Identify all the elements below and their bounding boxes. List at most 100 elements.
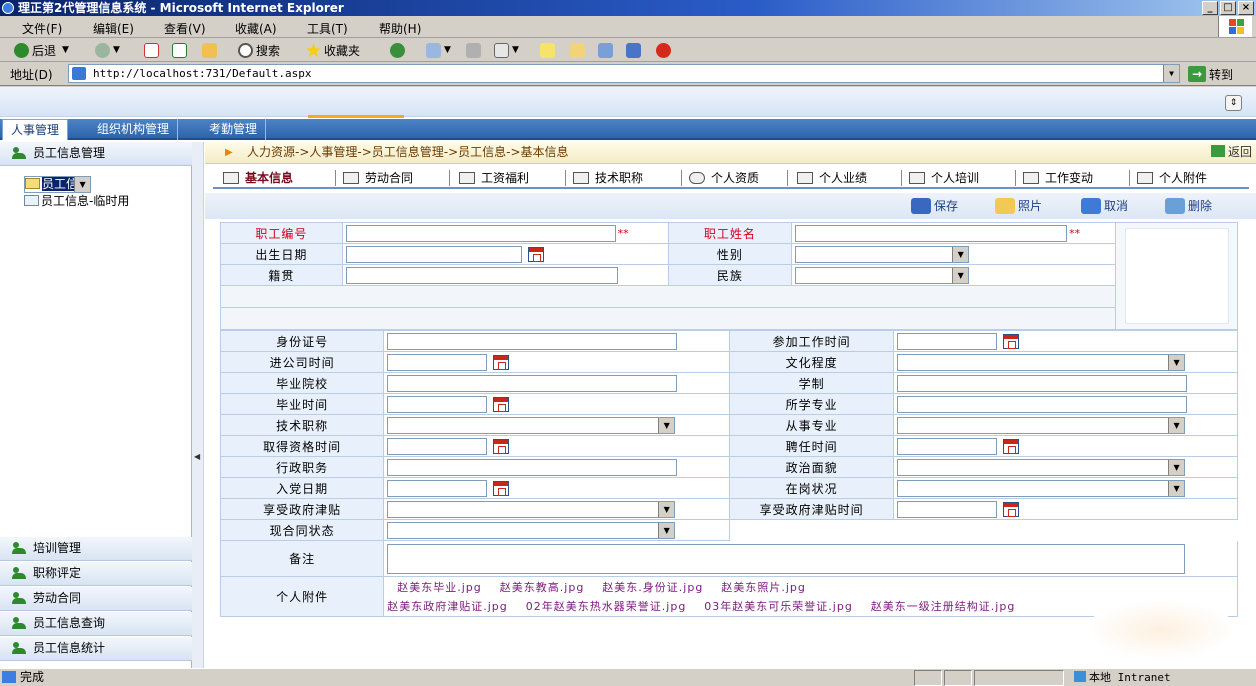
cancel-button[interactable]: 取消 [1081, 197, 1128, 215]
research-button[interactable] [598, 41, 616, 59]
sidebar-section-employee[interactable]: 员工信息管理 [0, 142, 192, 166]
calendar-icon[interactable] [493, 354, 510, 370]
note-button[interactable] [540, 41, 558, 59]
gender-select[interactable] [795, 245, 970, 263]
minimize-button[interactable]: _ [1202, 1, 1218, 15]
delete-button[interactable]: 删除 [1165, 197, 1212, 215]
subtab-basic[interactable]: 基本信息 [223, 169, 293, 187]
hire-date-input[interactable] [897, 437, 998, 455]
remark-textarea[interactable] [387, 543, 1186, 574]
menu-view[interactable]: 查看(V) [164, 20, 206, 37]
attachment-link[interactable]: 03年赵美东可乐荣誉证.jpg [704, 600, 853, 613]
tab-attendance[interactable]: 考勤管理 [201, 119, 267, 140]
qual-date-input[interactable] [387, 437, 488, 455]
address-input[interactable]: http://localhost:731/Default.aspx ▼ [68, 64, 1180, 83]
calendar-icon[interactable] [1003, 333, 1020, 349]
forward-button[interactable]: ▼ [95, 41, 120, 59]
media-button[interactable] [390, 41, 408, 59]
collapse-header-button[interactable]: ⇕ [1225, 95, 1242, 111]
sidebar-section-query[interactable]: 员工信息查询 [0, 612, 192, 636]
id-number-input[interactable] [387, 332, 678, 350]
messenger-button[interactable] [626, 41, 644, 59]
profession-select[interactable] [897, 416, 1186, 434]
post-status-select[interactable] [897, 479, 1186, 497]
allowance-select[interactable] [387, 500, 676, 518]
save-button[interactable]: 保存 [911, 197, 958, 215]
tree-item-employee-info[interactable]: 员工信息 [24, 176, 92, 193]
back-button[interactable]: 后退 ▼ [14, 41, 69, 59]
subtab-tech-title[interactable]: 技术职称 [573, 169, 643, 187]
menu-help[interactable]: 帮助(H) [379, 20, 421, 37]
subtab-job-change[interactable]: 工作变动 [1023, 169, 1093, 187]
ethnicity-select[interactable] [795, 266, 970, 284]
major-input[interactable] [897, 395, 1188, 413]
attachment-link[interactable]: 02年赵美东热水器荣誉证.jpg [526, 600, 687, 613]
calendar-icon[interactable] [1003, 501, 1020, 517]
search-button[interactable]: 搜索 [238, 41, 280, 59]
back-link[interactable]: 返回 [1210, 142, 1252, 163]
join-date-input[interactable] [387, 353, 488, 371]
go-button[interactable]: → 转到 [1188, 65, 1233, 83]
grad-date-input[interactable] [387, 395, 488, 413]
menu-edit[interactable]: 编辑(E) [93, 20, 134, 37]
close-button[interactable]: × [1238, 1, 1254, 15]
home-button[interactable] [202, 41, 220, 59]
edit-button[interactable] [570, 41, 588, 59]
attachment-link[interactable]: 赵美东毕业.jpg [397, 581, 482, 594]
schooling-input[interactable] [897, 374, 1188, 392]
subtab-qualification[interactable]: 个人资质 [689, 169, 759, 187]
photo-area[interactable] [1115, 222, 1238, 330]
favorites-button[interactable]: 收藏夹 [306, 41, 360, 59]
sidebar-section-label: 劳动合同 [33, 591, 82, 605]
maximize-button[interactable]: □ [1220, 1, 1236, 15]
print-button[interactable]: ▼ [494, 41, 519, 59]
menu-tools[interactable]: 工具(T) [307, 20, 348, 37]
emp-no-input[interactable] [345, 224, 616, 242]
address-url: http://localhost:731/Default.aspx [93, 67, 312, 80]
native-place-input[interactable] [345, 266, 618, 284]
political-select[interactable] [897, 458, 1186, 476]
attachment-link[interactable]: 赵美东照片.jpg [721, 581, 806, 594]
sidebar-section-contract[interactable]: 劳动合同 [0, 587, 192, 611]
party-date-input[interactable] [387, 479, 488, 497]
subtab-salary[interactable]: 工资福利 [459, 169, 529, 187]
history-button[interactable]: ▼ [426, 41, 451, 59]
tree-item-employee-temp[interactable]: 员工信息-临时用 [24, 194, 129, 208]
attachment-link[interactable]: 赵美东.身份证.jpg [602, 581, 703, 594]
admin-post-input[interactable] [387, 458, 678, 476]
allowance-date-input[interactable] [897, 500, 998, 518]
stop-button[interactable] [144, 41, 162, 59]
menu-favorites[interactable]: 收藏(A) [235, 20, 277, 37]
tech-title-select[interactable] [387, 416, 676, 434]
tools-button[interactable] [656, 41, 674, 59]
calendar-icon[interactable] [493, 396, 510, 412]
subtab-performance[interactable]: 个人业绩 [797, 169, 867, 187]
sidebar-section-stats[interactable]: 员工信息统计 [0, 637, 192, 661]
birth-date-input[interactable] [345, 245, 522, 263]
work-start-input[interactable] [897, 332, 998, 350]
attachment-link[interactable]: 赵美东政府津贴证.jpg [387, 600, 508, 613]
tab-org[interactable]: 组织机构管理 [89, 119, 179, 140]
school-input[interactable] [387, 374, 678, 392]
calendar-icon[interactable] [527, 246, 544, 262]
calendar-icon[interactable] [1003, 438, 1020, 454]
calendar-icon[interactable] [493, 438, 510, 454]
emp-name-input[interactable] [795, 224, 1068, 242]
attachment-link[interactable]: 赵美东一级注册结构证.jpg [871, 600, 1016, 613]
sidebar-section-title-eval[interactable]: 职称评定 [0, 562, 192, 586]
sidebar-splitter[interactable]: ◀ [192, 142, 204, 668]
address-dropdown[interactable]: ▼ [1163, 65, 1179, 82]
attachment-link[interactable]: 赵美东教高.jpg [500, 581, 585, 594]
subtab-attachments[interactable]: 个人附件 [1137, 169, 1207, 187]
education-select[interactable] [897, 353, 1186, 371]
subtab-contract[interactable]: 劳动合同 [343, 169, 413, 187]
sidebar-section-training[interactable]: 培训管理 [0, 537, 192, 561]
calendar-icon[interactable] [493, 480, 510, 496]
photo-button[interactable]: 照片 [995, 197, 1042, 215]
tab-hr[interactable]: 人事管理 [2, 119, 69, 140]
refresh-button[interactable] [172, 41, 190, 59]
subtab-training[interactable]: 个人培训 [909, 169, 979, 187]
menu-file[interactable]: 文件(F) [22, 20, 62, 37]
contract-status-select[interactable] [387, 521, 676, 539]
mail-button[interactable] [466, 41, 484, 59]
